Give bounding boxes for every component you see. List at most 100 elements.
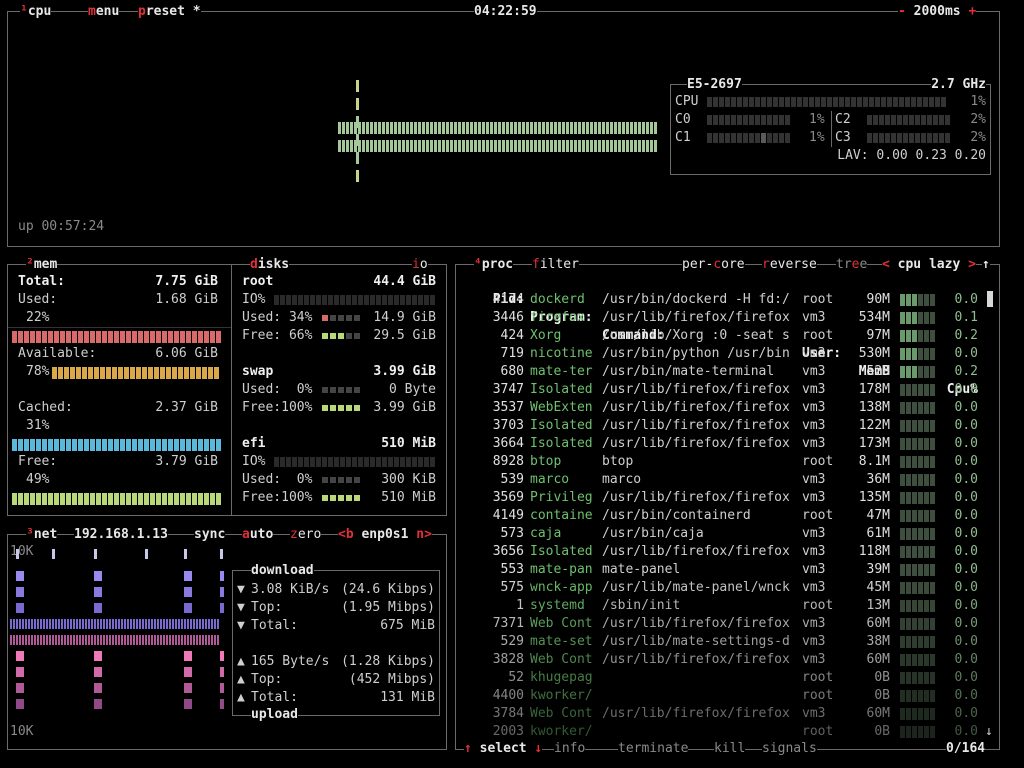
core-meter-cell [885, 115, 890, 125]
io-toggle[interactable]: io [412, 256, 428, 274]
filter-button[interactable]: filter [532, 256, 579, 274]
proc-mem-graph-cell [912, 312, 917, 324]
table-row[interactable]: 3747 Isolated/usr/lib/firefox/firefox vm3 1… [456, 381, 986, 399]
table-row[interactable]: 3537 WebExten/usr/lib/firefox/firefox vm3 1… [456, 399, 986, 417]
next-interface-button[interactable]: n> [416, 527, 432, 542]
proc-scrollbar-thumb[interactable] [987, 291, 993, 307]
proc-command: /usr/bin/mate-terminal [602, 364, 775, 379]
cpu-panel-title[interactable]: ¹cpu [20, 3, 52, 21]
table-row[interactable]: 719 nicotine/usr/bin/python /usr/bin vm3 53… [456, 345, 986, 363]
table-row[interactable]: 573 caja/usr/bin/caja vm3 61M 0.0 [456, 525, 986, 543]
table-row[interactable]: 7371 Web Cont/usr/lib/firefox/firefox vm3 6… [456, 615, 986, 633]
core-meter-cell [707, 133, 712, 143]
net-sync-toggle[interactable]: sync [194, 526, 226, 544]
reverse-toggle[interactable]: reverse [762, 256, 817, 274]
table-row[interactable]: 2003 kworker/root 0B 0.0 [456, 723, 986, 741]
mem-meter-cell [96, 331, 101, 343]
net-graph [10, 549, 224, 709]
table-row[interactable]: 539 marco marco vm3 36M 0.0 [456, 471, 986, 489]
table-row[interactable]: 3664 Isolated/usr/lib/firefox/firefox vm3 1… [456, 435, 986, 453]
table-row[interactable]: 553 mate-pan mate-panel vm3 39M 0.0 [456, 561, 986, 579]
table-row[interactable]: 3569 Privileg/usr/lib/firefox/firefox vm3 1… [456, 489, 986, 507]
cpu-graph-cell [534, 122, 537, 134]
table-row[interactable]: 3656 Isolated/usr/lib/firefox/firefox vm3 1… [456, 543, 986, 561]
mem-meter-cell [190, 367, 195, 379]
net-download-peak [220, 571, 224, 581]
cpu-graph-cell [502, 122, 505, 134]
cpu-total-meter-cell [755, 97, 760, 107]
net-download-cell [121, 619, 123, 629]
table-row[interactable]: 4400 kworker/root 0B 0.0 [456, 687, 986, 705]
disk-swap-free-value: 3.99 GiB [373, 400, 436, 415]
table-row[interactable]: 529 mate-set/usr/lib/mate-settings-d vm3 38… [456, 633, 986, 651]
interval-decrease-button[interactable]: - [898, 4, 906, 19]
net-auto-toggle[interactable]: auto [242, 526, 274, 544]
table-row[interactable]: 3703 Isolated/usr/lib/firefox/firefox vm3 1… [456, 417, 986, 435]
table-row[interactable]: 3446 firefox/usr/lib/firefox/firefox vm3 53… [456, 309, 986, 327]
disks-panel-title[interactable]: disks [250, 256, 290, 274]
tree-toggle[interactable]: tree [836, 256, 868, 274]
mem-meter-cell [18, 331, 23, 343]
mem-meter-cell [82, 367, 87, 379]
table-row[interactable]: 4149 containe/usr/bin/containerd root 47M 0.… [456, 507, 986, 525]
sort-prev-button[interactable]: < [882, 257, 890, 272]
io-meter-cell [358, 457, 363, 467]
cpu-graph-cell [494, 122, 497, 134]
cpu-graph-cell [338, 122, 341, 134]
mem-meter-cell [18, 493, 23, 505]
signals-button[interactable]: signals [762, 740, 817, 758]
table-row[interactable]: 8928 btop btop root 8.1M 0.0 [456, 453, 986, 471]
table-row[interactable]: 4174 dockerd/usr/bin/dockerd -H fd:/ root 9… [456, 291, 986, 309]
select-control[interactable]: ↑ select ↓ [464, 740, 543, 758]
terminate-button[interactable]: terminate [618, 740, 689, 758]
net-panel-title[interactable]: ³net [26, 526, 58, 544]
net-download-cell [79, 619, 81, 629]
mem-meter-cell [90, 493, 95, 505]
table-row[interactable]: 3828 Web Cont/usr/lib/firefox/firefox vm3 6… [456, 651, 986, 669]
interval-increase-button[interactable]: + [968, 4, 976, 19]
net-upload-peak [220, 683, 224, 693]
net-download-cell [16, 619, 18, 629]
proc-scroll-up-icon[interactable]: ↑ [982, 256, 990, 274]
menu-button[interactable]: menu [88, 3, 120, 21]
proc-mem: 118M [858, 544, 890, 559]
cpu-graph-cell [426, 140, 429, 152]
preset-button[interactable]: preset * [138, 3, 201, 21]
table-row[interactable]: 3784 Web Cont/usr/lib/firefox/firefox vm3 6… [456, 705, 986, 723]
mem-panel-title[interactable]: ²mem [26, 256, 58, 274]
per-core-toggle[interactable]: per-core [682, 256, 745, 274]
proc-mem-graph-cell [918, 726, 923, 738]
core-meter-cell [891, 115, 896, 125]
proc-cpu: 0.0 [954, 436, 978, 451]
proc-program: Web Cont [530, 652, 593, 667]
table-row[interactable]: 1 systemd/sbin/init root 13M 0.0 [456, 597, 986, 615]
cpu-graph-cell [654, 122, 657, 134]
table-row[interactable]: 52 khugepag root 0B 0.0 [456, 669, 986, 687]
table-row[interactable]: 424 Xorg/usr/lib/Xorg :0 -seat s root 97M 0.… [456, 327, 986, 345]
proc-mem-graph-cell [924, 438, 929, 450]
net-download-cell [49, 619, 51, 629]
proc-mem-graph-cell [912, 330, 917, 342]
proc-mem-graph [900, 510, 935, 522]
proc-program: firefox [530, 310, 585, 325]
kill-button[interactable]: kill [714, 740, 746, 758]
cpu-total-meter-cell [863, 97, 868, 107]
proc-user: vm3 [802, 634, 826, 649]
proc-panel-title[interactable]: ⁴proc [474, 256, 514, 274]
prev-interface-button[interactable]: <b [338, 527, 354, 542]
net-upload-cell [139, 635, 141, 645]
sort-field[interactable]: cpu lazy [898, 257, 961, 272]
cpu-graph-cell [634, 122, 637, 134]
net-zero-toggle[interactable]: zero [290, 526, 322, 544]
info-button[interactable]: info [554, 740, 586, 758]
cpu-graph-cell [506, 140, 509, 152]
table-row[interactable]: 575 wnck-app/usr/lib/mate-panel/wnck vm3 45… [456, 579, 986, 597]
net-upload-cell [214, 635, 216, 645]
table-row[interactable]: 680 mate-ter/usr/bin/mate-terminal vm3 52M 0… [456, 363, 986, 381]
net-download-cell [205, 619, 207, 629]
sort-next-button[interactable]: > [968, 257, 976, 272]
io-meter-cell [292, 295, 297, 305]
cpu-graph-cell [438, 140, 441, 152]
core-meter-cell [903, 133, 908, 143]
proc-scroll-down-icon[interactable]: ↓ [985, 723, 993, 741]
